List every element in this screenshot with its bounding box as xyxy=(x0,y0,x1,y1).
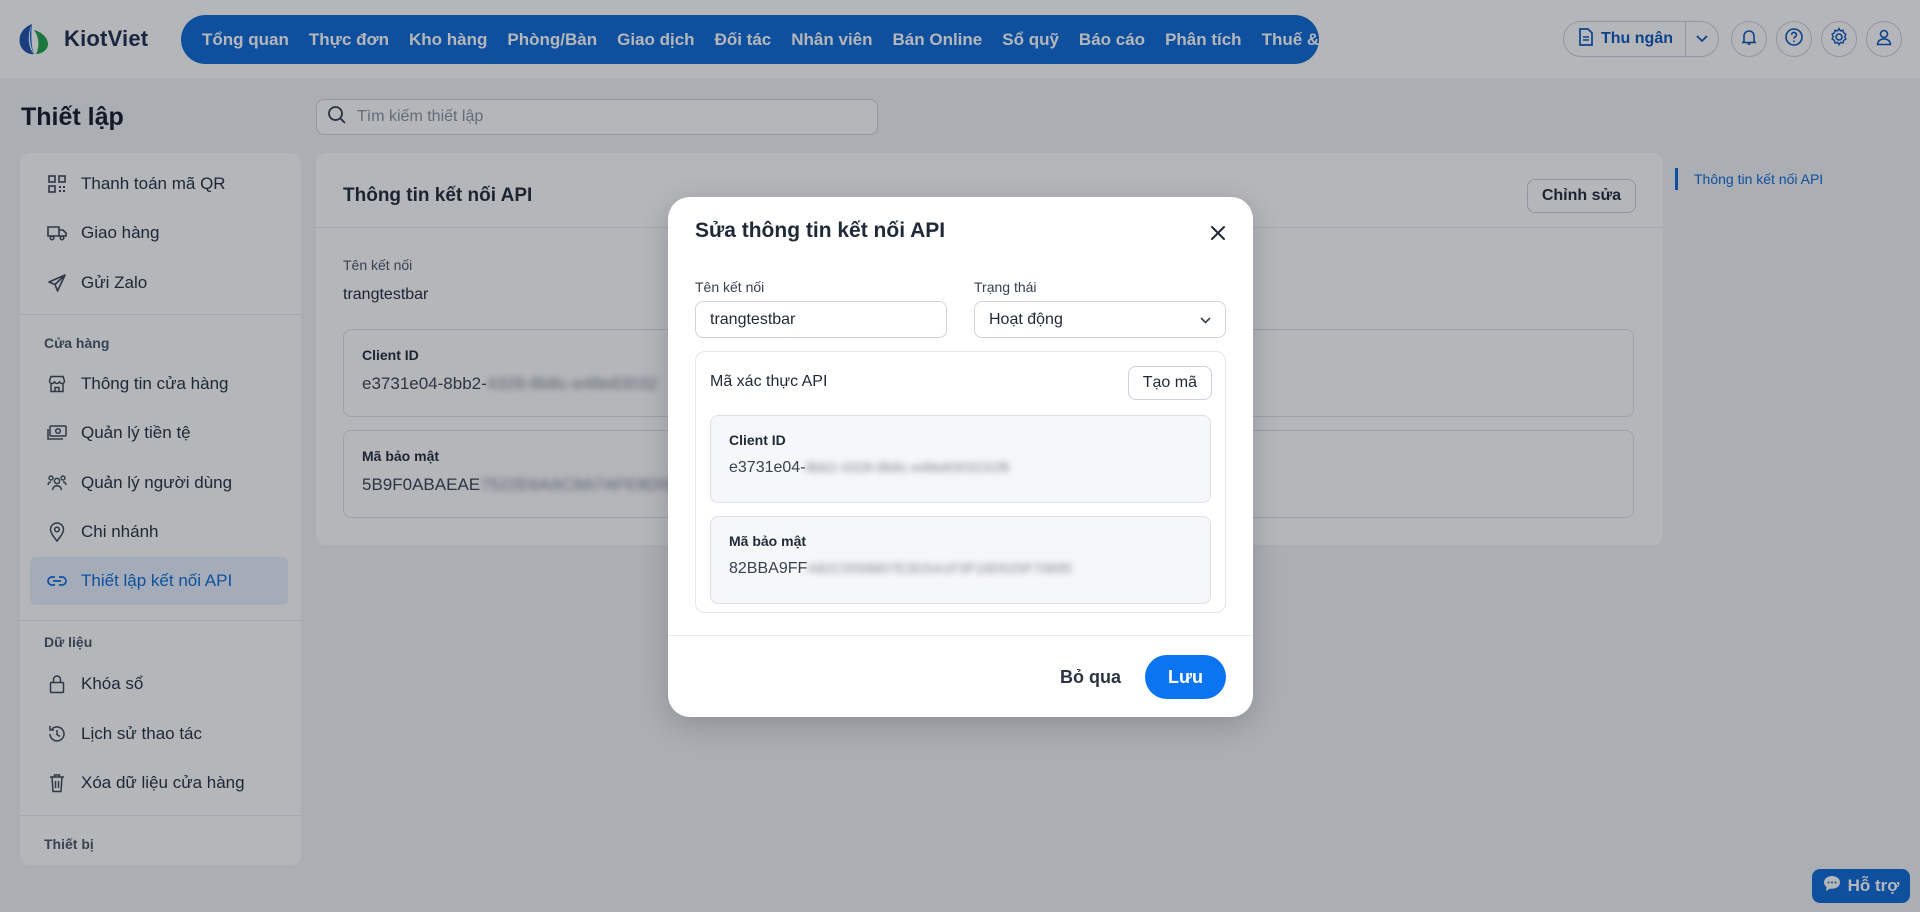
dialog-secret-key-label: Mã bảo mật xyxy=(729,533,807,549)
dialog-secret-key-visible: 82BBA9FF xyxy=(729,560,808,577)
status-select[interactable]: Hoạt động xyxy=(974,301,1226,338)
dialog-secret-key-box: Mã bảo mật 82BBA9FFA82C5558807E3DSA1F3F1… xyxy=(710,516,1211,604)
connection-name-input[interactable] xyxy=(695,301,947,338)
api-auth-panel: Mã xác thực API Tạo mã Client ID e3731e0… xyxy=(695,351,1226,613)
dialog-footer-divider xyxy=(668,635,1253,636)
connection-name-field-label: Tên kết nối xyxy=(695,279,765,295)
generate-code-button[interactable]: Tạo mã xyxy=(1127,366,1212,400)
status-field-label: Trạng thái xyxy=(974,279,1037,295)
save-button[interactable]: Lưu xyxy=(1145,655,1226,699)
status-selected-value: Hoạt động xyxy=(989,310,1063,328)
dialog-client-id-box: Client ID e3731e04-8bb2-4328-8b8c-e48e83… xyxy=(710,415,1211,503)
chevron-down-icon xyxy=(1200,311,1211,329)
cancel-button[interactable]: Bỏ qua xyxy=(1048,655,1133,699)
dialog-client-id-visible: e3731e04- xyxy=(729,459,806,476)
edit-api-connection-dialog: Sửa thông tin kết nối API Tên kết nối Tr… xyxy=(668,197,1253,717)
dialog-client-id-label: Client ID xyxy=(729,432,786,448)
dialog-title: Sửa thông tin kết nối API xyxy=(695,219,946,242)
dialog-secret-key-value: 82BBA9FFA82C5558807E3DSA1F3F18D025F70695 xyxy=(729,560,1072,578)
close-dialog-button[interactable] xyxy=(1203,219,1233,249)
api-auth-title: Mã xác thực API xyxy=(710,373,828,390)
dialog-client-id-value: e3731e04-8bb2-4328-8b8c-e48e8303231f6 xyxy=(729,459,1009,477)
close-icon xyxy=(1210,225,1226,244)
dialog-secret-key-masked: A82C5558807E3DSA1F3F18D025F70695 xyxy=(807,560,1072,576)
dialog-client-id-masked: 8bb2-4328-8b8c-e48e8303231f6 xyxy=(805,459,1010,475)
